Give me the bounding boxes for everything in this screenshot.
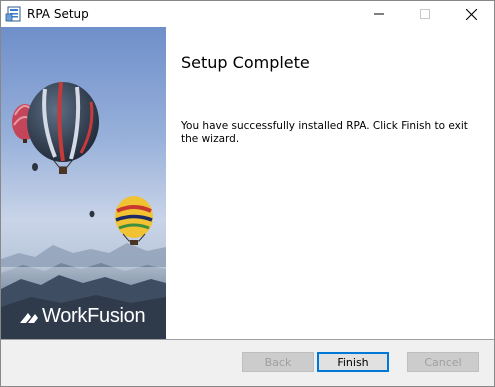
close-button[interactable]	[448, 1, 494, 27]
brand-logo: WorkFusion	[19, 305, 146, 328]
maximize-icon	[420, 9, 430, 19]
minimize-button[interactable]	[356, 1, 402, 27]
balloons-illustration	[1, 27, 166, 339]
cancel-button[interactable]: Cancel	[407, 352, 479, 372]
wizard-content: Setup Complete You have successfully ins…	[166, 27, 494, 339]
wizard-banner: WorkFusion	[1, 27, 166, 339]
window-title: RPA Setup	[27, 7, 89, 21]
close-icon	[465, 8, 477, 20]
setup-window: RPA Setup WorkFusion Setup Complete You …	[0, 0, 495, 387]
button-bar: Back Finish Cancel	[1, 340, 494, 386]
finish-button[interactable]: Finish	[317, 352, 389, 372]
workfusion-logo-icon	[20, 312, 38, 323]
page-title: Setup Complete	[181, 53, 310, 72]
maximize-button[interactable]	[402, 1, 448, 27]
title-bar[interactable]: RPA Setup	[1, 1, 494, 27]
minimize-icon	[374, 13, 384, 15]
completion-message: You have successfully installed RPA. Cli…	[181, 120, 468, 145]
installer-icon	[5, 6, 21, 22]
back-button[interactable]: Back	[242, 352, 314, 372]
brand-name: WorkFusion	[42, 305, 146, 327]
